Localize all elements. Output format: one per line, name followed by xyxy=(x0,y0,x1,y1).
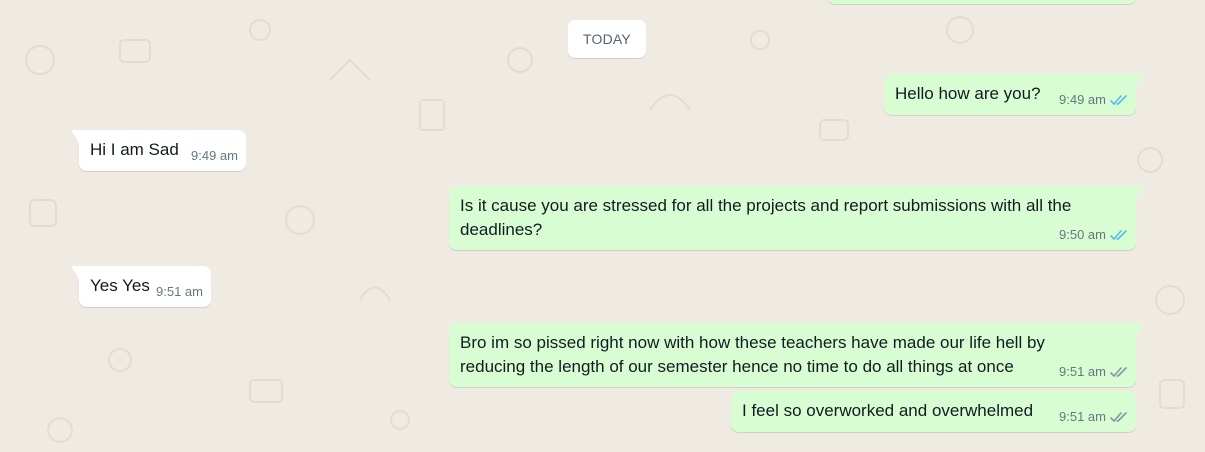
message-meta: 9:51 am xyxy=(156,280,203,304)
message-text: Is it cause you are stressed for all the… xyxy=(460,196,1072,239)
previous-outgoing-message-edge xyxy=(828,0,1136,4)
message-time: 9:51 am xyxy=(1059,364,1106,379)
message-time: 9:51 am xyxy=(1059,409,1106,424)
message-meta: 9:51 am xyxy=(1059,405,1128,429)
message-meta: 9:49 am xyxy=(1059,88,1128,112)
message-time: 9:49 am xyxy=(191,148,238,163)
message-time: 9:49 am xyxy=(1059,92,1106,107)
incoming-message[interactable]: Yes Yes 9:51 am xyxy=(71,266,211,307)
message-text: Hello how are you? xyxy=(895,84,1041,103)
message-time: 9:51 am xyxy=(156,284,203,299)
delivered-double-check-icon xyxy=(1110,411,1128,423)
delivered-double-check-icon xyxy=(1110,366,1128,378)
read-double-check-icon xyxy=(1110,94,1128,106)
date-divider-label: TODAY xyxy=(583,31,631,47)
message-text: Yes Yes xyxy=(90,276,150,295)
message-meta: 9:50 am xyxy=(1059,223,1128,247)
date-divider: TODAY xyxy=(568,20,646,58)
message-text: Hi I am Sad xyxy=(90,140,179,159)
message-time: 9:50 am xyxy=(1059,227,1106,242)
message-text: I feel so overworked and overwhelmed xyxy=(742,401,1034,420)
outgoing-message[interactable]: Hello how are you? 9:49 am xyxy=(884,74,1144,115)
message-meta: 9:51 am xyxy=(1059,360,1128,384)
message-meta: 9:49 am xyxy=(191,144,238,168)
message-text: Bro im so pissed right now with how thes… xyxy=(460,333,1045,376)
outgoing-message[interactable]: Bro im so pissed right now with how thes… xyxy=(449,323,1144,387)
outgoing-message[interactable]: I feel so overworked and overwhelmed 9:5… xyxy=(731,391,1136,432)
outgoing-message[interactable]: Is it cause you are stressed for all the… xyxy=(449,186,1144,250)
incoming-message[interactable]: Hi I am Sad 9:49 am xyxy=(71,130,246,171)
read-double-check-icon xyxy=(1110,229,1128,241)
